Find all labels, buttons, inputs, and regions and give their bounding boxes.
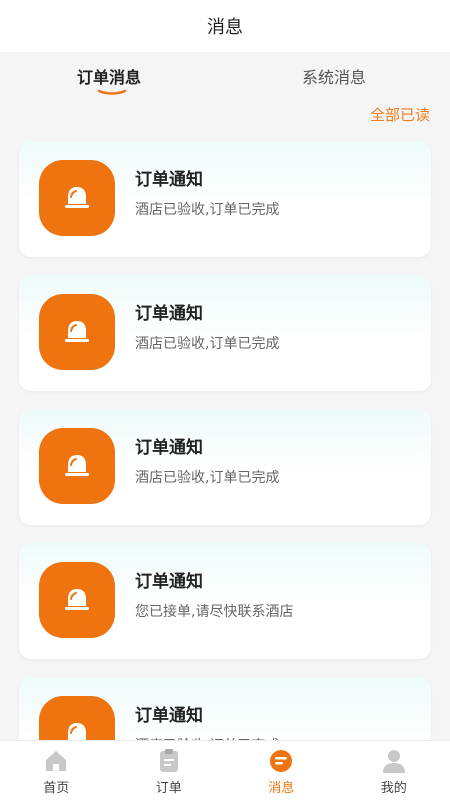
message-title: 订单通知 bbox=[135, 572, 203, 592]
message-icon bbox=[270, 750, 293, 772]
mark-all-read-button[interactable]: 全部已读 bbox=[370, 104, 430, 125]
message-title: 订单通知 bbox=[135, 706, 203, 726]
message-description: 酒店已验收,订单已完成 bbox=[135, 202, 280, 218]
tabbar-item-profile[interactable]: 我的 bbox=[338, 741, 450, 800]
tabbar-label: 我的 bbox=[380, 781, 407, 796]
home-icon bbox=[46, 751, 67, 771]
message-card[interactable]: 订单通知 酒店已验收,订单已完成 bbox=[19, 141, 431, 257]
profile-icon bbox=[382, 750, 405, 773]
bottom-tab-bar: 首页 订单 消息 我的 bbox=[0, 740, 450, 800]
message-card[interactable]: 订单通知 酒店已验收,订单已完成 bbox=[19, 275, 431, 391]
tabbar-label: 订单 bbox=[155, 781, 182, 796]
tabbar-label: 消息 bbox=[268, 781, 295, 796]
message-title: 订单通知 bbox=[135, 304, 203, 324]
tabbar-label: 首页 bbox=[43, 781, 70, 796]
bell-icon bbox=[39, 294, 115, 370]
page-title: 消息 bbox=[207, 17, 243, 38]
header-bar: 消息 bbox=[0, 0, 450, 52]
message-description: 您已接单,请尽快联系酒店 bbox=[135, 604, 294, 620]
message-tabs: 订单消息 系统消息 bbox=[0, 52, 450, 100]
message-card[interactable]: 订单通知 酒店已验收,订单已完成 bbox=[19, 409, 431, 525]
tabbar-item-home[interactable]: 首页 bbox=[0, 741, 113, 800]
tab-system-messages[interactable]: 系统消息 bbox=[302, 64, 366, 88]
order-icon bbox=[159, 749, 178, 772]
message-title: 订单通知 bbox=[135, 170, 203, 190]
tabbar-item-messages[interactable]: 消息 bbox=[225, 741, 338, 800]
message-description: 酒店已验收,订单已完成 bbox=[135, 470, 280, 486]
bell-icon bbox=[39, 562, 115, 638]
bell-icon bbox=[39, 160, 115, 236]
tab-active-indicator bbox=[97, 89, 127, 95]
message-description: 酒店已验收,订单已完成 bbox=[135, 336, 280, 352]
message-title: 订单通知 bbox=[135, 438, 203, 458]
tab-order-messages[interactable]: 订单消息 bbox=[77, 64, 141, 88]
bell-icon bbox=[39, 428, 115, 504]
message-card[interactable]: 订单通知 您已接单,请尽快联系酒店 bbox=[19, 543, 431, 659]
message-list: 订单通知 酒店已验收,订单已完成 订单通知 酒店已验收,订单已完成 订单通知 酒… bbox=[19, 141, 431, 800]
tabbar-item-orders[interactable]: 订单 bbox=[113, 741, 226, 800]
